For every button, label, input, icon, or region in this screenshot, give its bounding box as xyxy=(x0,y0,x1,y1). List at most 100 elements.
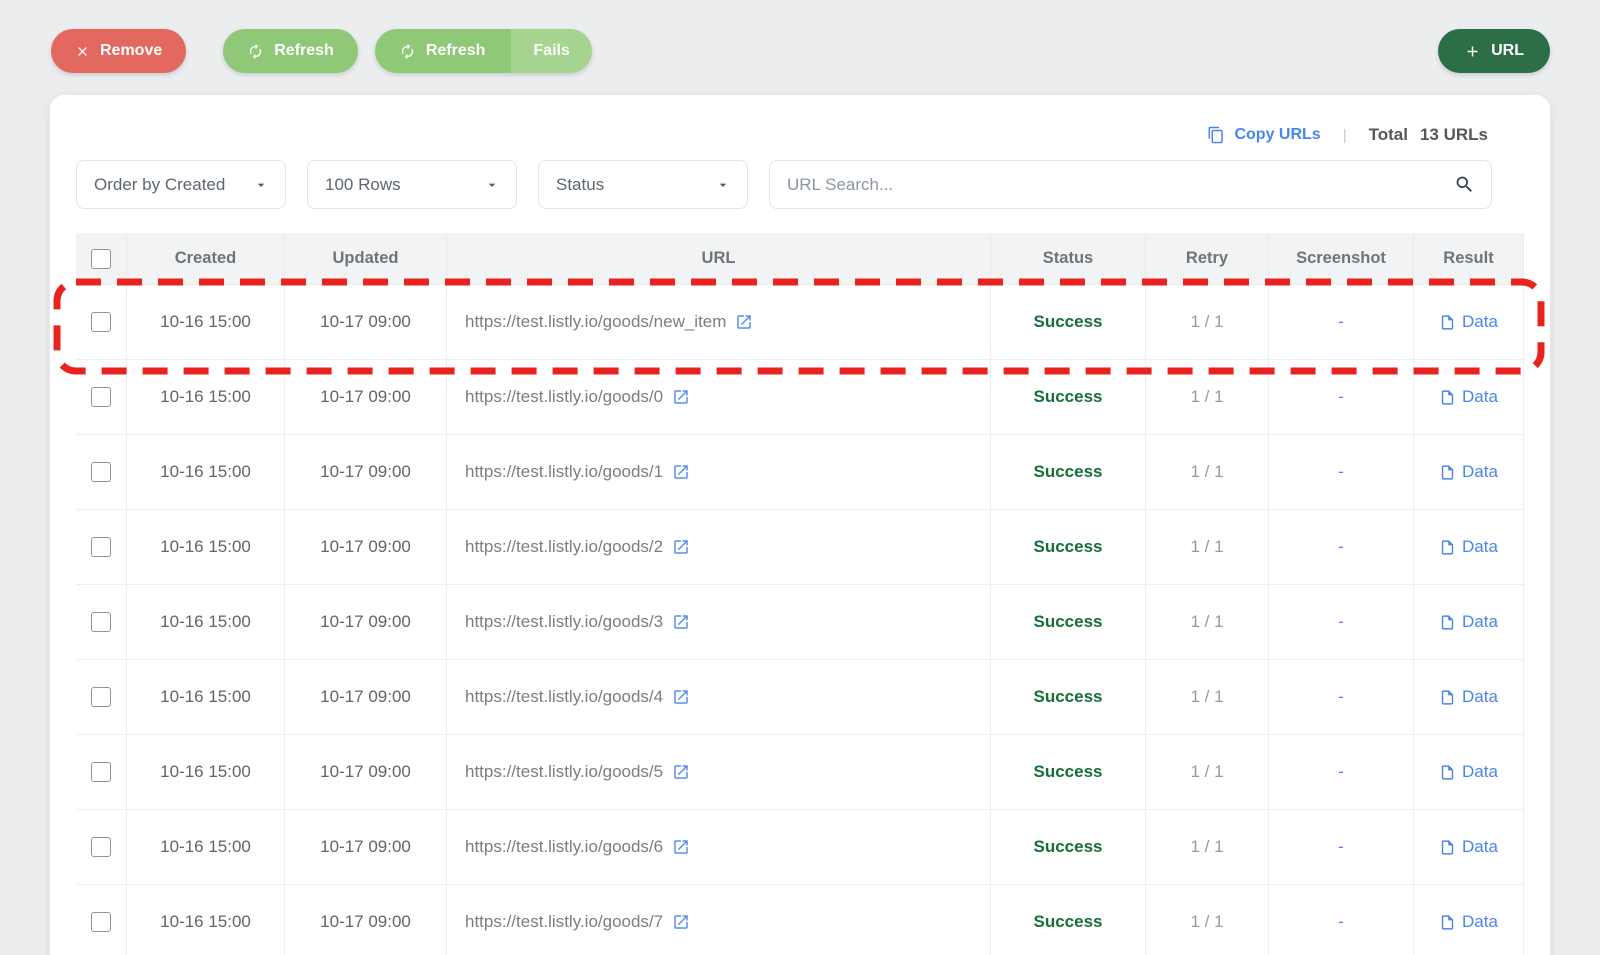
url-link[interactable]: https://test.listly.io/goods/5 xyxy=(465,762,690,782)
rows-per-page-dropdown-value: 100 Rows xyxy=(325,174,401,194)
data-link[interactable]: Data xyxy=(1439,387,1498,407)
data-link[interactable]: Data xyxy=(1439,912,1498,932)
updated-cell: 10-17 09:00 xyxy=(285,360,447,435)
refresh-button[interactable]: Refresh xyxy=(223,29,358,73)
chevron-down-icon xyxy=(715,177,731,193)
status-filter-dropdown[interactable]: Status xyxy=(538,160,748,209)
row-checkbox-cell xyxy=(76,885,127,955)
url-search-input[interactable] xyxy=(787,174,1454,195)
table-row: 10-16 15:00 10-17 09:00 https://test.lis… xyxy=(76,660,1524,735)
file-icon xyxy=(1439,839,1456,856)
rows-per-page-dropdown[interactable]: 100 Rows xyxy=(307,160,517,209)
screenshot-cell[interactable]: - xyxy=(1269,585,1414,660)
row-checkbox[interactable] xyxy=(91,612,111,632)
updated-cell: 10-17 09:00 xyxy=(285,435,447,510)
retry-cell: 1 / 1 xyxy=(1146,660,1269,735)
url-text: https://test.listly.io/goods/3 xyxy=(465,612,664,631)
file-icon xyxy=(1439,539,1456,556)
screenshot-cell[interactable]: - xyxy=(1269,735,1414,810)
external-link-icon xyxy=(672,613,690,631)
data-link[interactable]: Data xyxy=(1439,537,1498,557)
url-link[interactable]: https://test.listly.io/goods/new_item xyxy=(465,312,753,332)
result-cell: Data xyxy=(1414,810,1524,885)
created-cell: 10-16 15:00 xyxy=(127,510,285,585)
created-cell: 10-16 15:00 xyxy=(127,810,285,885)
screenshot-cell[interactable]: - xyxy=(1269,360,1414,435)
data-link-label: Data xyxy=(1462,312,1498,331)
refresh-fails-fails-segment[interactable]: Fails xyxy=(511,29,592,73)
url-link[interactable]: https://test.listly.io/goods/6 xyxy=(465,837,690,857)
refresh-fails-refresh-label: Refresh xyxy=(425,42,486,59)
file-icon xyxy=(1439,314,1456,331)
status-cell: Success xyxy=(991,585,1146,660)
data-link-label: Data xyxy=(1462,462,1498,481)
order-by-dropdown[interactable]: Order by Created xyxy=(76,160,286,209)
status-cell: Success xyxy=(991,360,1146,435)
row-checkbox[interactable] xyxy=(91,537,111,557)
created-cell: 10-16 15:00 xyxy=(127,585,285,660)
data-link[interactable]: Data xyxy=(1439,837,1498,857)
screenshot-cell[interactable]: - xyxy=(1269,435,1414,510)
external-link-icon xyxy=(672,463,690,481)
refresh-icon xyxy=(399,43,416,60)
row-checkbox[interactable] xyxy=(91,912,111,932)
filter-row: Order by Created 100 Rows Status xyxy=(76,160,1524,209)
screenshot-cell[interactable]: - xyxy=(1269,810,1414,885)
copy-urls-label: Copy URLs xyxy=(1234,126,1321,143)
url-link[interactable]: https://test.listly.io/goods/4 xyxy=(465,687,690,707)
data-link[interactable]: Data xyxy=(1439,462,1498,482)
url-text: https://test.listly.io/goods/1 xyxy=(465,462,664,481)
order-by-dropdown-value: Order by Created xyxy=(94,174,226,194)
retry-cell: 1 / 1 xyxy=(1146,360,1269,435)
data-link-label: Data xyxy=(1462,762,1498,781)
updated-cell: 10-17 09:00 xyxy=(285,885,447,955)
copy-urls-button[interactable]: Copy URLs xyxy=(1207,126,1321,144)
row-checkbox[interactable] xyxy=(91,837,111,857)
row-checkbox[interactable] xyxy=(91,387,111,407)
url-link[interactable]: https://test.listly.io/goods/2 xyxy=(465,537,690,557)
row-checkbox[interactable] xyxy=(91,687,111,707)
refresh-fails-refresh-segment[interactable]: Refresh xyxy=(374,29,512,73)
add-url-button[interactable]: URL xyxy=(1438,29,1550,73)
data-link[interactable]: Data xyxy=(1439,312,1498,332)
data-link[interactable]: Data xyxy=(1439,612,1498,632)
retry-cell: 1 / 1 xyxy=(1146,510,1269,585)
row-checkbox[interactable] xyxy=(91,762,111,782)
result-cell: Data xyxy=(1414,735,1524,810)
refresh-fails-fails-label: Fails xyxy=(533,42,570,59)
row-checkbox[interactable] xyxy=(91,462,111,482)
chevron-down-icon xyxy=(253,177,269,193)
row-checkbox-cell xyxy=(76,435,127,510)
row-checkbox-cell xyxy=(76,735,127,810)
header-status: Status xyxy=(991,233,1146,285)
url-link[interactable]: https://test.listly.io/goods/0 xyxy=(465,387,690,407)
url-cell: https://test.listly.io/goods/new_item xyxy=(447,285,991,360)
row-checkbox-cell xyxy=(76,660,127,735)
url-text: https://test.listly.io/goods/2 xyxy=(465,537,664,556)
table-row: 10-16 15:00 10-17 09:00 https://test.lis… xyxy=(76,735,1524,810)
created-cell: 10-16 15:00 xyxy=(127,435,285,510)
meta-divider: | xyxy=(1342,126,1347,144)
total-label: Total xyxy=(1368,125,1408,144)
search-icon[interactable] xyxy=(1454,174,1475,195)
screenshot-cell[interactable]: - xyxy=(1269,510,1414,585)
row-checkbox-cell xyxy=(76,285,127,360)
external-link-icon xyxy=(672,763,690,781)
file-icon xyxy=(1439,389,1456,406)
remove-button[interactable]: Remove xyxy=(51,29,187,73)
data-link[interactable]: Data xyxy=(1439,687,1498,707)
screenshot-cell[interactable]: - xyxy=(1269,885,1414,955)
screenshot-cell[interactable]: - xyxy=(1269,660,1414,735)
screenshot-cell[interactable]: - xyxy=(1269,285,1414,360)
url-link[interactable]: https://test.listly.io/goods/3 xyxy=(465,612,690,632)
url-text: https://test.listly.io/goods/0 xyxy=(465,387,664,406)
file-icon xyxy=(1439,464,1456,481)
url-cell: https://test.listly.io/goods/1 xyxy=(447,435,991,510)
url-cell: https://test.listly.io/goods/5 xyxy=(447,735,991,810)
url-link[interactable]: https://test.listly.io/goods/1 xyxy=(465,462,690,482)
select-all-checkbox[interactable] xyxy=(91,248,111,269)
data-link[interactable]: Data xyxy=(1439,762,1498,782)
refresh-button-label: Refresh xyxy=(274,42,334,59)
url-link[interactable]: https://test.listly.io/goods/7 xyxy=(465,912,690,932)
row-checkbox[interactable] xyxy=(91,312,111,332)
